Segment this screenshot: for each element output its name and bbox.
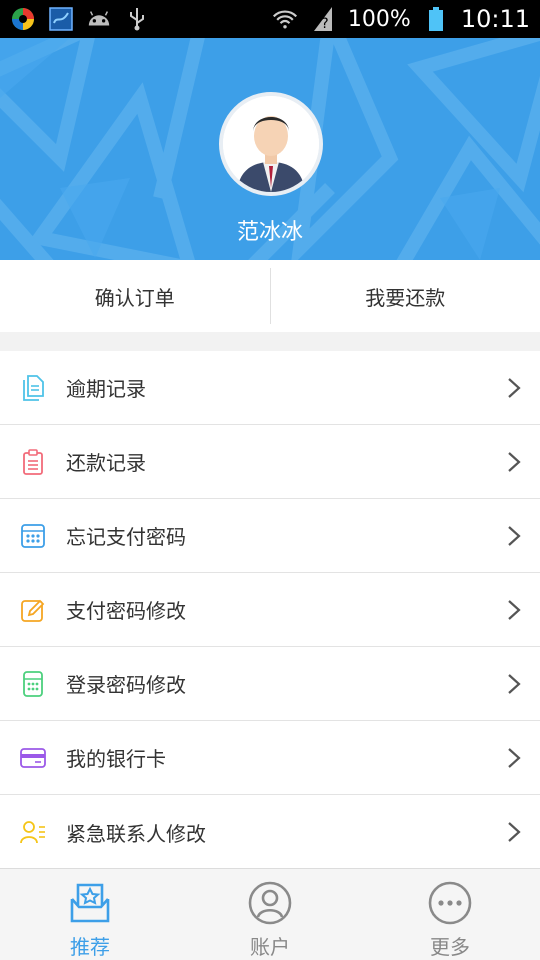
signal-unknown-icon: ? <box>310 6 336 32</box>
avatar-icon <box>223 96 319 192</box>
account-icon <box>247 881 293 925</box>
clipboard-icon <box>20 448 46 475</box>
tab-account[interactable]: 账户 <box>180 869 360 960</box>
status-bar: ? 100% 10:11 <box>0 0 540 38</box>
tab-recommend[interactable]: 推荐 <box>0 869 180 960</box>
chevron-right-icon <box>506 377 522 399</box>
clock: 10:11 <box>460 5 530 33</box>
menu-item-label: 紧急联系人修改 <box>66 821 206 846</box>
avatar[interactable] <box>219 92 323 196</box>
android-icon <box>86 6 112 32</box>
chevron-right-icon <box>506 747 522 769</box>
menu-item-change-login-password[interactable]: 登录密码修改 <box>0 647 540 721</box>
menu-item-repayment-records[interactable]: 还款记录 <box>0 425 540 499</box>
wifi-icon <box>272 6 298 32</box>
menu-item-overdue-records[interactable]: 逾期记录 <box>0 351 540 425</box>
menu-list: 逾期记录 还款记录 忘记支付密码 支付密码修改 登录密码修改 我的银行卡 紧急联… <box>0 351 540 869</box>
menu-item-my-bank-card[interactable]: 我的银行卡 <box>0 721 540 795</box>
repay-button[interactable]: 我要还款 <box>271 260 540 332</box>
menu-item-label: 我的银行卡 <box>66 747 166 771</box>
profile-header: 范冰冰 <box>0 38 540 260</box>
menu-item-label: 登录密码修改 <box>66 673 186 697</box>
app-circle-icon <box>10 6 36 32</box>
usb-icon <box>124 6 150 32</box>
menu-item-label: 忘记支付密码 <box>66 525 186 549</box>
app-square-icon <box>48 6 74 32</box>
chevron-right-icon <box>506 599 522 621</box>
more-icon <box>427 881 473 925</box>
chevron-right-icon <box>506 673 522 695</box>
edit-icon <box>20 597 46 623</box>
document-icon <box>20 374 46 401</box>
recommend-icon <box>67 881 113 925</box>
action-bar: 确认订单 我要还款 <box>0 260 540 332</box>
chevron-right-icon <box>506 525 522 547</box>
battery-icon <box>423 6 449 32</box>
chevron-right-icon <box>506 821 522 843</box>
menu-item-change-payment-password[interactable]: 支付密码修改 <box>0 573 540 647</box>
tab-label: 账户 <box>250 935 290 959</box>
menu-item-label: 支付密码修改 <box>66 599 186 623</box>
tab-more[interactable]: 更多 <box>360 869 540 960</box>
tab-label: 更多 <box>430 935 470 959</box>
bank-card-icon <box>20 745 46 771</box>
tab-label: 推荐 <box>70 935 110 959</box>
svg-text:?: ? <box>321 16 328 32</box>
chevron-right-icon <box>506 451 522 473</box>
confirm-order-button[interactable]: 确认订单 <box>0 260 270 332</box>
menu-item-label: 逾期记录 <box>66 377 146 401</box>
battery-percent: 100% <box>347 6 411 32</box>
keypad-icon <box>20 523 46 549</box>
user-name: 范冰冰 <box>236 220 303 245</box>
status-bar-left <box>10 6 150 32</box>
menu-item-label: 还款记录 <box>66 451 146 475</box>
contact-icon <box>20 819 46 845</box>
menu-item-forgot-payment-password[interactable]: 忘记支付密码 <box>0 499 540 573</box>
phone-keypad-icon <box>20 670 46 697</box>
menu-item-change-emergency-contact[interactable]: 紧急联系人修改 <box>0 795 540 869</box>
status-bar-right: ? 100% 10:11 <box>272 5 530 33</box>
bottom-tab-bar: 推荐 账户 更多 <box>0 868 540 960</box>
